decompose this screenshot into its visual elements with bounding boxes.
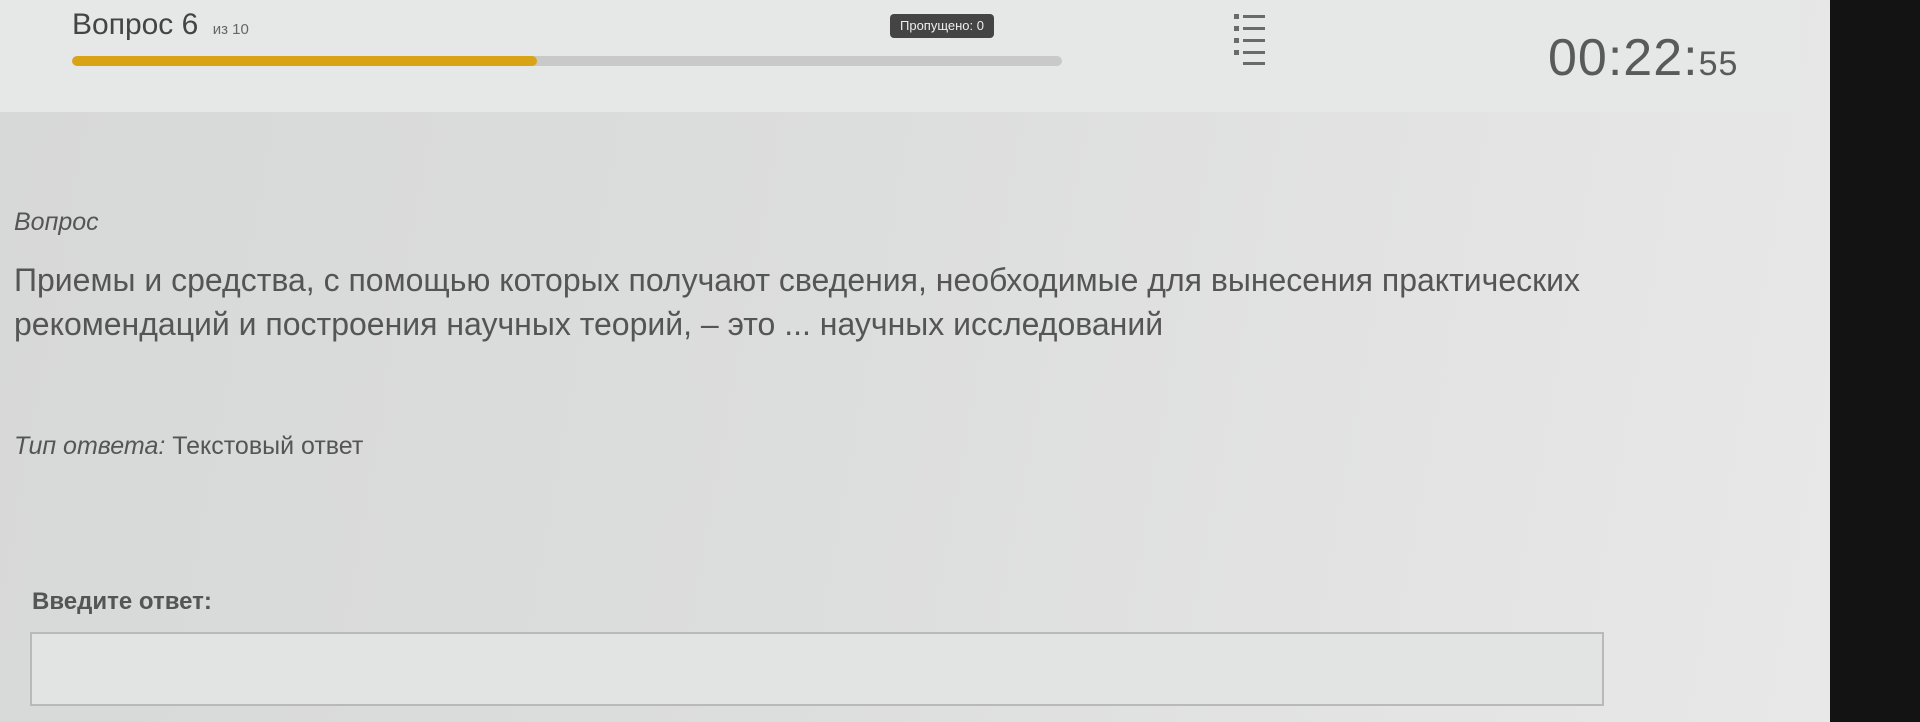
timer-main: 00:22: xyxy=(1548,29,1699,87)
list-icon[interactable] xyxy=(1232,10,1266,66)
timer: 00:22:55 xyxy=(1548,28,1738,88)
answer-type: Тип ответа: Текстовый ответ xyxy=(14,432,363,461)
progress-fill xyxy=(72,56,538,66)
answer-input[interactable] xyxy=(30,632,1604,706)
question-number: 6 xyxy=(181,8,199,41)
skipped-badge: Пропущено: 0 xyxy=(890,14,994,38)
quiz-screen: Вопрос 6 из 10 Пропущено: 0 00:22:55 Воп… xyxy=(0,0,1830,722)
question-label: Вопрос xyxy=(14,208,99,236)
timer-seconds: 55 xyxy=(1698,45,1739,83)
answer-type-label: Тип ответа: xyxy=(14,432,166,460)
monitor-bezel xyxy=(1830,0,1920,722)
quiz-header: Вопрос 6 из 10 Пропущено: 0 00:22:55 xyxy=(0,0,1800,112)
question-counter: Вопрос 6 из 10 xyxy=(72,8,249,42)
list-icon-graphic xyxy=(1234,14,1265,65)
question-word: Вопрос xyxy=(72,8,174,41)
progress-bar xyxy=(72,56,1062,66)
answer-input-label: Введите ответ: xyxy=(32,588,212,615)
answer-type-value: Текстовый ответ xyxy=(172,432,364,460)
question-text: Приемы и средства, с помощью которых пол… xyxy=(14,262,1581,342)
question-total: из 10 xyxy=(212,21,249,38)
